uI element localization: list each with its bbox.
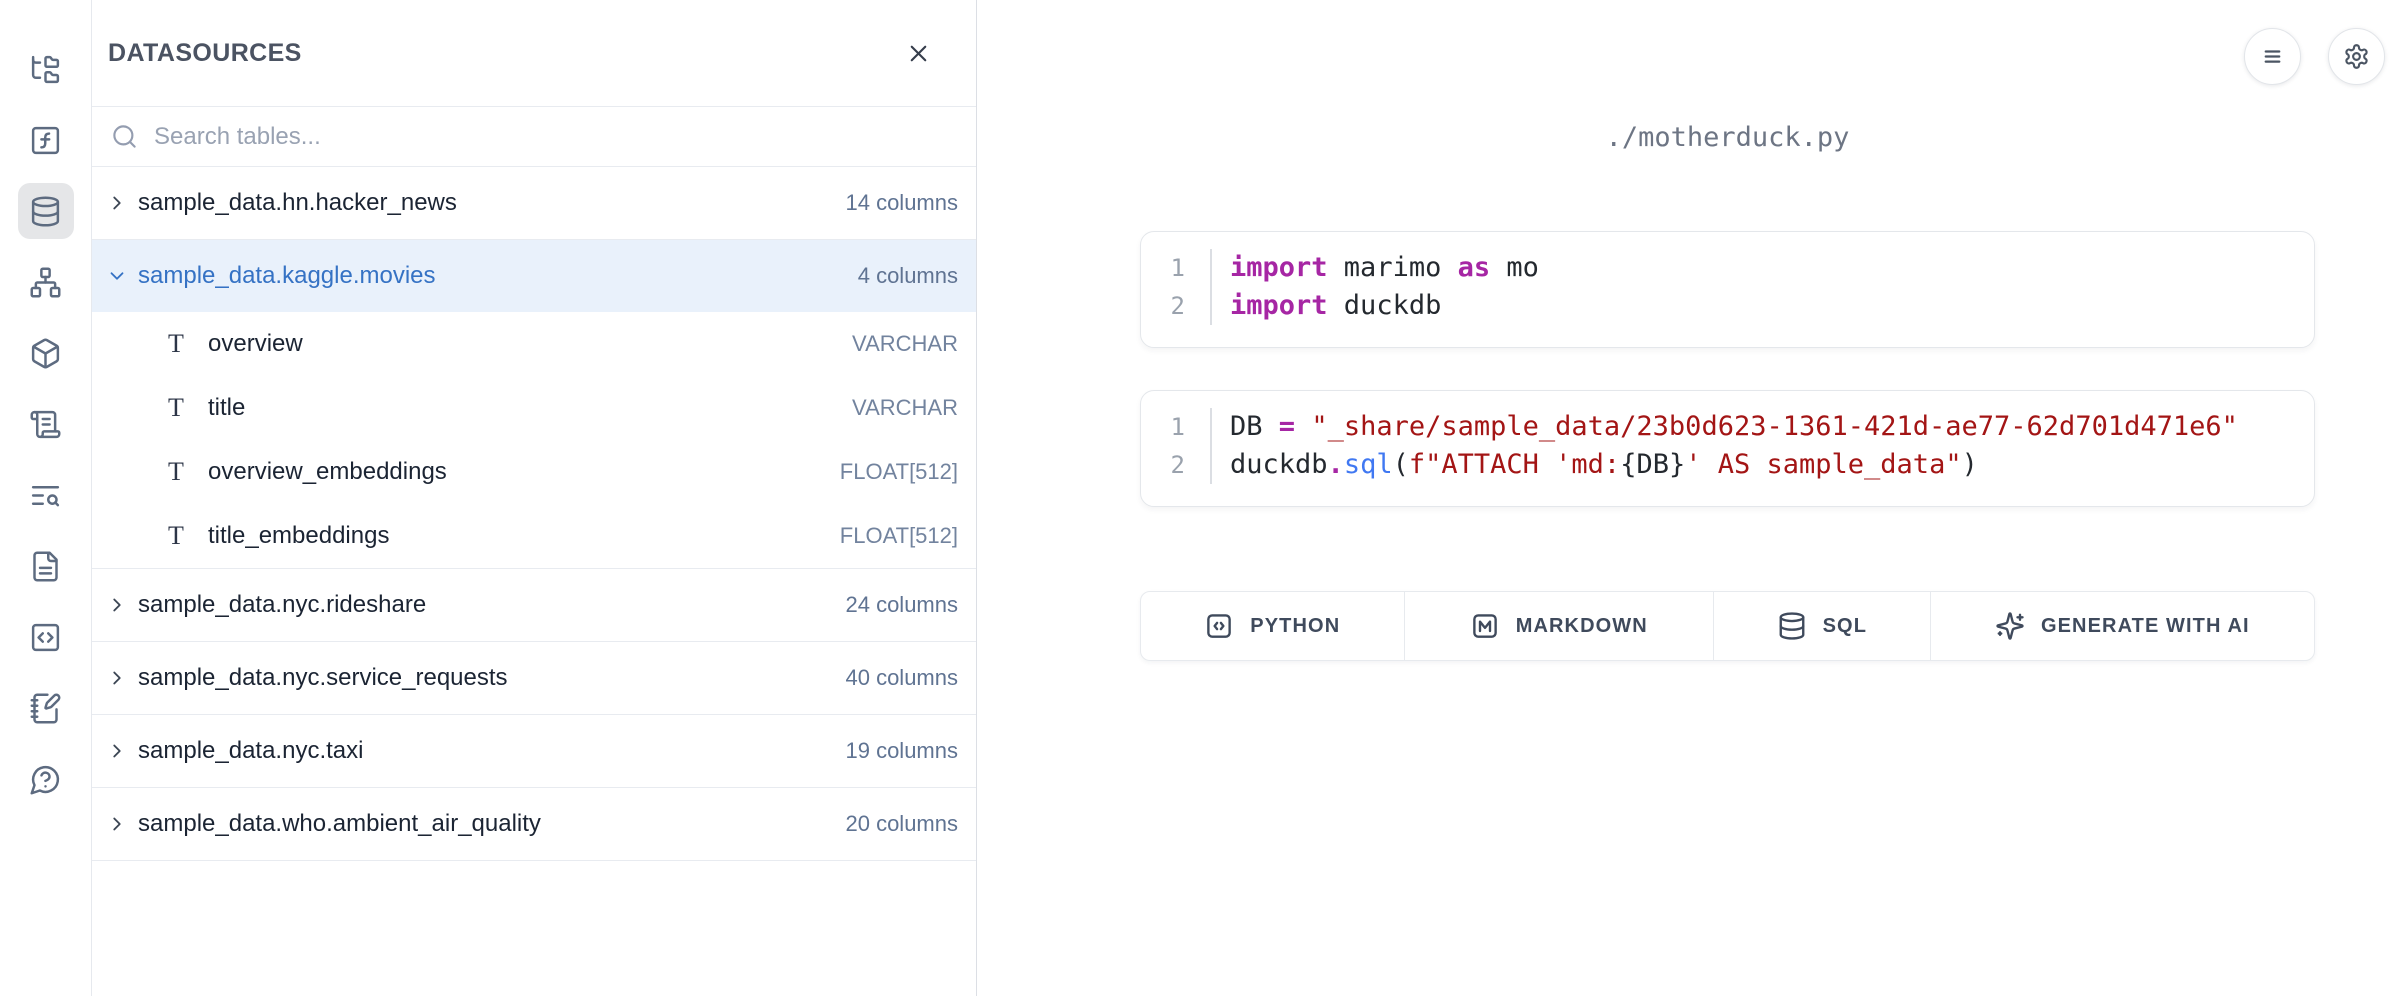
code-line: import marimo as mo <box>1230 249 2314 287</box>
line-numbers: 1 2 <box>1141 408 1210 484</box>
generate-with-ai-button[interactable]: GENERATE WITH AI <box>1931 592 2314 660</box>
column-type: FLOAT[512] <box>840 523 958 549</box>
notebook-actions <box>2244 28 2385 85</box>
tracing-list-search-icon[interactable] <box>18 467 74 523</box>
code-cell[interactable]: 1 2 import marimo as mo import duckdb <box>1140 231 2315 348</box>
column-row[interactable]: T title VARCHAR <box>92 376 976 440</box>
table-row[interactable]: sample_data.hn.hacker_news 14 columns <box>92 167 976 239</box>
column-count: 19 columns <box>845 738 958 764</box>
column-row[interactable]: T overview VARCHAR <box>92 312 976 376</box>
line-numbers: 1 2 <box>1141 249 1210 325</box>
app-window: DATASOURCES sample_data.hn.hacker_news 1… <box>0 0 2399 996</box>
documentation-file-icon[interactable] <box>18 538 74 594</box>
chevron-down-icon <box>106 265 128 287</box>
file-explorer-icon[interactable] <box>18 41 74 97</box>
column-count: 20 columns <box>845 811 958 837</box>
variables-function-icon[interactable] <box>18 112 74 168</box>
code-line: duckdb.sql(f"ATTACH 'md:{DB}' AS sample_… <box>1230 446 2314 484</box>
column-name: title <box>208 394 245 422</box>
gear-icon <box>2343 43 2370 70</box>
search-icon <box>111 123 138 150</box>
column-count: 4 columns <box>858 263 958 289</box>
code-editor[interactable]: import marimo as mo import duckdb <box>1210 249 2314 325</box>
database-icon <box>1777 611 1807 641</box>
datasources-panel-header: DATASOURCES <box>92 0 976 107</box>
column-count: 14 columns <box>845 190 958 216</box>
column-type: FLOAT[512] <box>840 459 958 485</box>
table-name: sample_data.hn.hacker_news <box>138 189 457 217</box>
column-name: title_embeddings <box>208 522 389 550</box>
search-tables-input[interactable] <box>154 123 976 151</box>
type-text-icon: T <box>164 457 188 487</box>
panel-title: DATASOURCES <box>108 39 302 68</box>
datasources-database-icon[interactable] <box>18 183 74 239</box>
table-row[interactable]: sample_data.nyc.taxi 19 columns <box>92 715 976 787</box>
close-panel-button[interactable] <box>896 31 940 75</box>
tables-list: sample_data.hn.hacker_news 14 columns sa… <box>92 167 976 861</box>
table-name: sample_data.nyc.service_requests <box>138 664 508 692</box>
settings-button[interactable] <box>2328 28 2385 85</box>
notebook-filename[interactable]: ./motherduck.py <box>1140 122 2315 154</box>
table-row[interactable]: sample_data.who.ambient_air_quality 20 c… <box>92 788 976 860</box>
column-count: 40 columns <box>845 665 958 691</box>
search-tables-row <box>92 107 976 167</box>
chevron-right-icon <box>106 667 128 689</box>
snippets-code-square-icon[interactable] <box>18 609 74 665</box>
datasources-panel: DATASOURCES sample_data.hn.hacker_news 1… <box>92 0 977 996</box>
menu-icon <box>2259 43 2286 70</box>
close-icon <box>905 40 932 67</box>
logs-scroll-icon[interactable] <box>18 396 74 452</box>
column-count: 24 columns <box>845 592 958 618</box>
line-number: 2 <box>1141 446 1185 484</box>
chevron-right-icon <box>106 192 128 214</box>
help-chat-question-icon[interactable] <box>18 751 74 807</box>
chevron-right-icon <box>106 813 128 835</box>
code-line: DB = "_share/sample_data/23b0d623-1361-4… <box>1230 408 2314 446</box>
add-cell-bar: PYTHON MARKDOWN SQL GENERATE WITH AI <box>1140 591 2315 661</box>
table-row[interactable]: sample_data.nyc.service_requests 40 colu… <box>92 642 976 714</box>
notebook-menu-button[interactable] <box>2244 28 2301 85</box>
line-number: 1 <box>1141 408 1185 446</box>
notebook-area: ./motherduck.py 1 2 import marimo as mo … <box>977 0 2399 996</box>
column-type: VARCHAR <box>852 395 958 421</box>
chevron-right-icon <box>106 740 128 762</box>
column-name: overview_embeddings <box>208 458 447 486</box>
column-row[interactable]: T title_embeddings FLOAT[512] <box>92 504 976 568</box>
dependencies-network-icon[interactable] <box>18 254 74 310</box>
packages-box-icon[interactable] <box>18 325 74 381</box>
table-name: sample_data.nyc.rideshare <box>138 591 426 619</box>
table-row[interactable]: sample_data.nyc.rideshare 24 columns <box>92 569 976 641</box>
table-name: sample_data.kaggle.movies <box>138 262 436 290</box>
add-python-label: PYTHON <box>1250 615 1340 638</box>
add-markdown-cell-button[interactable]: MARKDOWN <box>1405 592 1714 660</box>
line-number: 2 <box>1141 287 1185 325</box>
code-square-icon <box>1204 611 1234 641</box>
add-sql-label: SQL <box>1823 615 1867 638</box>
sparkles-icon <box>1995 611 2025 641</box>
column-type: VARCHAR <box>852 331 958 357</box>
line-number: 1 <box>1141 249 1185 287</box>
type-text-icon: T <box>164 393 188 423</box>
add-markdown-label: MARKDOWN <box>1516 615 1648 638</box>
table-name: sample_data.who.ambient_air_quality <box>138 810 541 838</box>
add-sql-cell-button[interactable]: SQL <box>1714 592 1931 660</box>
add-python-cell-button[interactable]: PYTHON <box>1141 592 1405 660</box>
column-row[interactable]: T overview_embeddings FLOAT[512] <box>92 440 976 504</box>
code-editor[interactable]: DB = "_share/sample_data/23b0d623-1361-4… <box>1210 408 2314 484</box>
code-line: import duckdb <box>1230 287 2314 325</box>
type-text-icon: T <box>164 521 188 551</box>
table-name: sample_data.nyc.taxi <box>138 737 363 765</box>
code-cell[interactable]: 1 2 DB = "_share/sample_data/23b0d623-13… <box>1140 390 2315 507</box>
scratchpad-notebook-pen-icon[interactable] <box>18 680 74 736</box>
table-row-selected[interactable]: sample_data.kaggle.movies 4 columns <box>92 240 976 312</box>
chevron-right-icon <box>106 594 128 616</box>
generate-with-ai-label: GENERATE WITH AI <box>2041 615 2250 638</box>
type-text-icon: T <box>164 329 188 359</box>
column-name: overview <box>208 330 303 358</box>
helper-panel-rail <box>0 0 92 996</box>
notebook-content: ./motherduck.py 1 2 import marimo as mo … <box>1140 122 2315 661</box>
markdown-icon <box>1470 611 1500 641</box>
